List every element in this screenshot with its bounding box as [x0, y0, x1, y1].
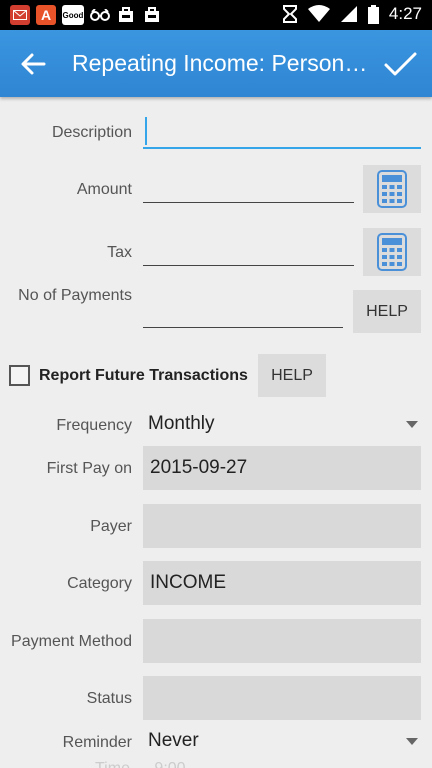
- reminder-select[interactable]: Never: [143, 725, 432, 759]
- amount-input[interactable]: [143, 200, 354, 203]
- calculator-icon: [377, 233, 407, 271]
- category-label: Category: [67, 575, 132, 592]
- back-button[interactable]: [14, 46, 54, 82]
- app-bar: Repeating Income: Person…: [0, 30, 432, 97]
- first-pay-field[interactable]: 2015-09-27: [143, 446, 421, 490]
- text-cursor: [145, 117, 147, 145]
- report-future-help-button[interactable]: HELP: [258, 354, 326, 397]
- acrobat-icon: A: [36, 5, 56, 25]
- status-bar: A Good 4:27: [0, 0, 432, 30]
- frequency-value: Monthly: [148, 413, 215, 434]
- payment-method-field[interactable]: [143, 619, 421, 663]
- description-label: Description: [51, 124, 132, 141]
- bag-icon: [116, 5, 136, 25]
- amount-label: Amount: [76, 181, 132, 198]
- tax-input[interactable]: [143, 263, 354, 266]
- bag-icon: [142, 5, 162, 25]
- status-field[interactable]: [143, 676, 421, 720]
- dropdown-arrow-icon: [406, 738, 418, 745]
- frequency-label: Frequency: [56, 417, 132, 434]
- amount-calculator-button[interactable]: [363, 165, 421, 213]
- battery-icon: [367, 4, 379, 24]
- glasses-icon: [90, 5, 110, 25]
- reminder-value: Never: [148, 730, 199, 751]
- reminder-label: Reminder: [62, 734, 132, 751]
- status-label: Status: [86, 690, 132, 707]
- tax-calculator-button[interactable]: [363, 228, 421, 276]
- arrow-back-icon: [21, 53, 46, 75]
- dropdown-arrow-icon: [406, 421, 418, 428]
- calculator-icon: [377, 170, 407, 208]
- time-label: Time: [95, 760, 130, 768]
- payment-method-label: Payment Method: [11, 633, 132, 650]
- first-pay-label: First Pay on: [46, 460, 132, 477]
- report-future-checkbox[interactable]: [9, 365, 30, 386]
- category-field[interactable]: INCOME: [143, 561, 421, 605]
- signal-icon: [340, 6, 357, 22]
- payer-label: Payer: [90, 518, 132, 535]
- description-input[interactable]: [143, 145, 421, 149]
- notification-icons: A Good: [10, 5, 162, 25]
- payments-input[interactable]: [143, 325, 343, 328]
- payments-label: No of Payments: [18, 287, 132, 304]
- frequency-select[interactable]: Monthly: [143, 408, 432, 442]
- payer-field[interactable]: [143, 504, 421, 548]
- payments-help-button[interactable]: HELP: [353, 290, 421, 333]
- goodreads-icon: Good: [62, 5, 84, 25]
- wifi-icon: [307, 5, 330, 22]
- system-icons: 4:27: [282, 4, 422, 24]
- time-value: 9:00: [154, 760, 185, 768]
- time-row-partial: Time 9:00: [95, 760, 186, 768]
- gmail-icon: [10, 5, 30, 25]
- save-button[interactable]: [380, 44, 420, 84]
- tax-label: Tax: [107, 244, 132, 261]
- hourglass-icon: [282, 5, 297, 23]
- report-future-label: Report Future Transactions: [39, 367, 248, 384]
- page-title: Repeating Income: Person…: [72, 50, 368, 76]
- clock: 4:27: [388, 4, 422, 23]
- checkmark-icon: [384, 52, 417, 76]
